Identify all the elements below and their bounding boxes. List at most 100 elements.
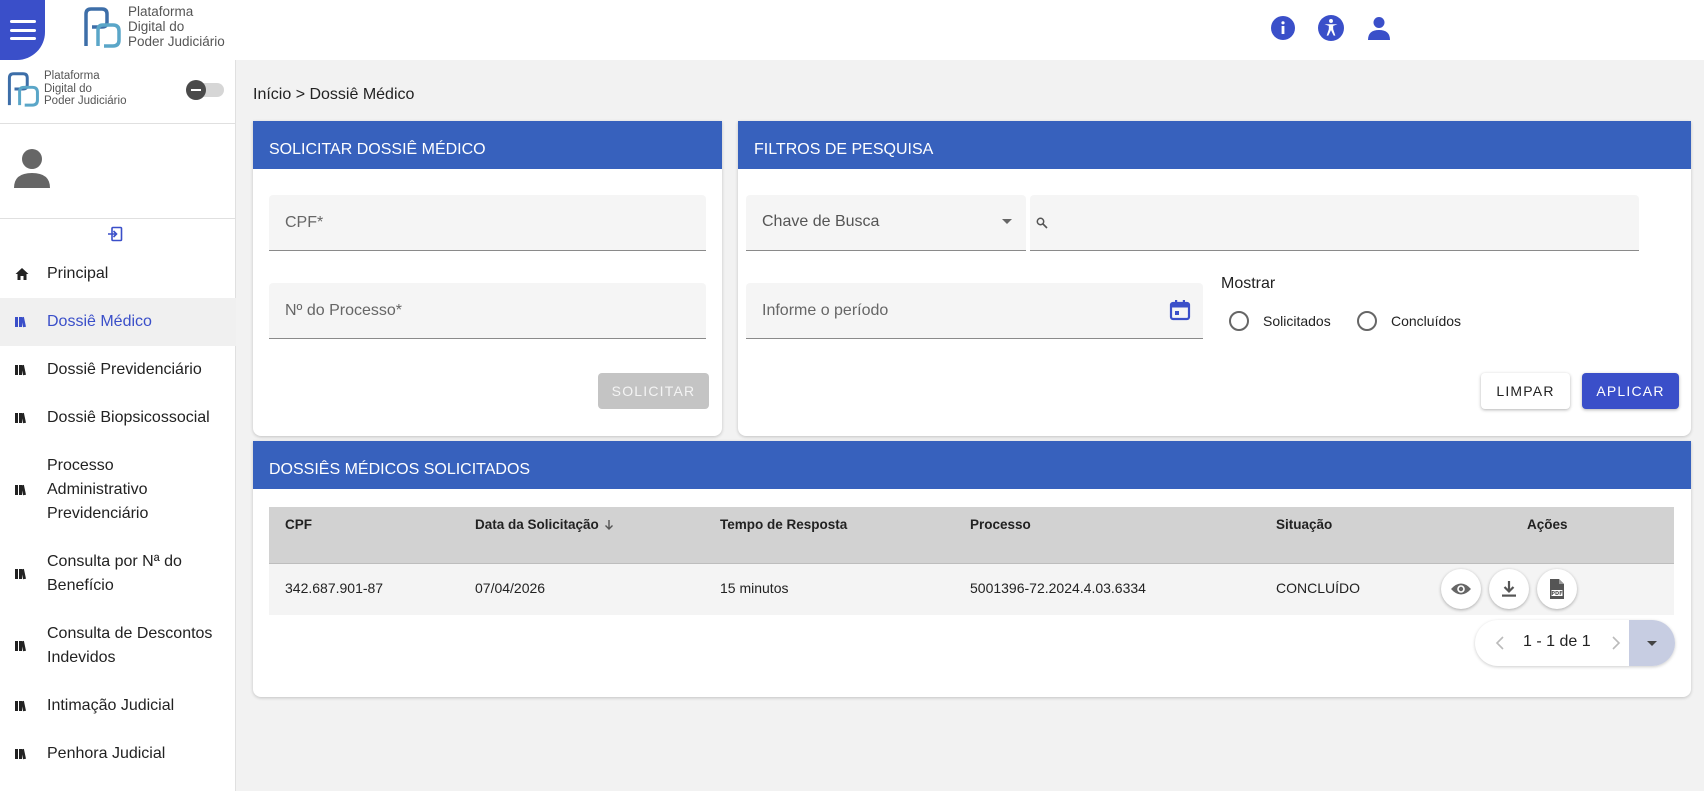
column-header-process[interactable]: Processo — [970, 517, 1031, 532]
sidebar-item-label: Intimação Judicial — [47, 697, 175, 714]
sidebar-item-dossie-medico[interactable]: Dossiê Médico — [0, 298, 236, 346]
dossiers-table: CPF Data da Solicitação Tempo de Respost… — [269, 507, 1674, 615]
sidebar-divider — [0, 123, 236, 124]
sidebar-item-label: Dossiê Previdenciário — [47, 361, 202, 378]
dossier-icon — [14, 482, 30, 498]
sort-arrow-down-icon[interactable] — [604, 519, 614, 531]
search-key-label: Chave de Busca — [762, 213, 880, 230]
panel-title: DOSSIÊS MÉDICOS SOLICITADOS — [253, 441, 1691, 489]
dossier-icon — [14, 362, 30, 378]
top-actions — [1270, 15, 1392, 41]
search-field[interactable] — [1030, 195, 1639, 251]
column-header-response-time[interactable]: Tempo de Resposta — [720, 517, 847, 532]
request-button[interactable]: SOLICITAR — [598, 373, 709, 409]
sidebar-brand-line-1: Plataforma — [44, 70, 100, 82]
chevron-right-icon[interactable] — [1611, 635, 1621, 651]
pagination: 1 - 1 de 1 — [1475, 620, 1675, 666]
dossier-icon — [14, 410, 30, 426]
pdf-button[interactable]: PDF — [1537, 569, 1577, 609]
search-key-select[interactable]: Chave de Busca — [746, 195, 1026, 251]
request-dossier-panel: SOLICITAR DOSSIÊ MÉDICO SOLICITAR — [253, 121, 722, 436]
user-avatar-icon — [14, 149, 50, 188]
page-size-select[interactable] — [1629, 620, 1675, 666]
column-header-cpf[interactable]: CPF — [285, 517, 312, 532]
sidebar-item-penhora-judicial[interactable]: Penhora Judicial — [0, 730, 236, 778]
brand-logo[interactable]: Plataforma Digital do Poder Judiciário — [82, 4, 225, 49]
sidebar-item-consulta-beneficio[interactable]: Consulta por Nª do Benefício — [0, 538, 236, 610]
pagination-range: 1 - 1 de 1 — [1523, 633, 1591, 650]
theme-toggle[interactable] — [186, 80, 224, 100]
sidebar-brand: Plataforma Digital do Poder Judiciário — [6, 70, 126, 108]
sidebar-brand-line-3: Poder Judiciário — [44, 95, 127, 107]
pdpj-logo-small-icon — [7, 71, 39, 107]
sidebar-item-dossie-previdenciario[interactable]: Dossiê Previdenciário — [0, 346, 236, 394]
dossier-icon — [14, 698, 30, 714]
brand-line-2: Digital do — [128, 19, 185, 34]
pdf-file-icon: PDF — [1550, 579, 1564, 599]
cpf-input[interactable] — [269, 195, 706, 250]
cell-cpf: 342.687.901-87 — [285, 580, 384, 596]
dossier-icon — [14, 566, 30, 582]
sidebar-item-dossie-biopsicossocial[interactable]: Dossiê Biopsicossocial — [0, 394, 236, 442]
chevron-left-icon[interactable] — [1495, 635, 1505, 651]
avatar — [12, 148, 52, 193]
sidebar-item-consulta-descontos[interactable]: Consulta de Descontos Indevidos — [0, 610, 236, 682]
table-row: 342.687.901-87 07/04/2026 15 minutos 500… — [269, 563, 1674, 615]
radio-circle[interactable] — [1357, 311, 1377, 331]
cpf-field[interactable] — [269, 195, 706, 251]
dossier-icon — [14, 314, 30, 330]
dossier-icon — [14, 638, 30, 654]
show-label: Mostrar — [1221, 275, 1276, 292]
column-header-actions: Ações — [1527, 517, 1568, 532]
requested-dossiers-panel: DOSSIÊS MÉDICOS SOLICITADOS CPF Data da … — [253, 441, 1691, 697]
chevron-down-icon — [1647, 640, 1657, 646]
cell-process: 5001396-72.2024.4.03.6334 — [970, 580, 1146, 596]
download-icon — [1502, 581, 1516, 597]
period-input[interactable] — [746, 283, 1203, 338]
chevron-down-icon — [1002, 219, 1012, 224]
apply-button[interactable]: APLICAR — [1582, 373, 1679, 409]
top-bar: Plataforma Digital do Poder Judiciário — [0, 0, 1704, 60]
radio-circle[interactable] — [1229, 311, 1249, 331]
radio-completed[interactable]: Concluídos — [1357, 311, 1461, 331]
sidebar-item-label: Consulta por Nª do Benefício — [47, 553, 182, 594]
breadcrumb[interactable]: Início > Dossiê Médico — [253, 86, 414, 104]
cell-response-time: 15 minutos — [720, 580, 789, 596]
logout-icon[interactable] — [107, 226, 123, 247]
view-button[interactable] — [1441, 569, 1481, 609]
clear-button[interactable]: LIMPAR — [1481, 373, 1570, 409]
dossier-icon — [14, 746, 30, 762]
toggle-knob-icon — [186, 80, 206, 100]
search-input[interactable] — [1030, 195, 1639, 250]
sidebar-item-intimacao-judicial[interactable]: Intimação Judicial — [0, 682, 236, 730]
sidebar-item-principal[interactable]: Principal — [0, 250, 236, 298]
process-number-field[interactable] — [269, 283, 706, 339]
period-field[interactable] — [746, 283, 1203, 339]
sidebar-item-processo-administrativo[interactable]: Processo Administrativo Previdenciário — [0, 442, 236, 538]
accessibility-icon[interactable] — [1318, 15, 1344, 41]
menu-button[interactable] — [0, 0, 45, 60]
brand-line-3: Poder Judiciário — [128, 34, 225, 49]
download-button[interactable] — [1489, 569, 1529, 609]
sidebar-item-label: Dossiê Médico — [47, 313, 152, 330]
radio-requested[interactable]: Solicitados — [1229, 311, 1331, 331]
info-icon[interactable] — [1270, 15, 1296, 41]
brand-text: Plataforma Digital do Poder Judiciário — [128, 4, 225, 49]
sidebar-item-label: Consulta de Descontos Indevidos — [47, 625, 213, 666]
sidebar-item-label: Processo Administrativo Previdenciário — [47, 457, 149, 522]
cell-date: 07/04/2026 — [475, 580, 546, 596]
search-icon — [1036, 217, 1048, 229]
calendar-icon[interactable] — [1169, 299, 1191, 321]
column-header-date[interactable]: Data da Solicitação — [475, 517, 614, 532]
brand-line-1: Plataforma — [128, 4, 194, 19]
sidebar-item-label: Principal — [47, 265, 109, 282]
process-number-input[interactable] — [269, 283, 706, 338]
table-header: CPF Data da Solicitação Tempo de Respost… — [269, 507, 1674, 563]
pdpj-logo-icon — [84, 6, 121, 48]
sidebar-divider — [0, 218, 236, 219]
hamburger-icon — [9, 20, 36, 40]
user-icon[interactable] — [1366, 15, 1392, 41]
panel-title: FILTROS DE PESQUISA — [738, 121, 1691, 169]
radio-requested-label: Solicitados — [1263, 313, 1331, 329]
column-header-status[interactable]: Situação — [1276, 517, 1332, 532]
